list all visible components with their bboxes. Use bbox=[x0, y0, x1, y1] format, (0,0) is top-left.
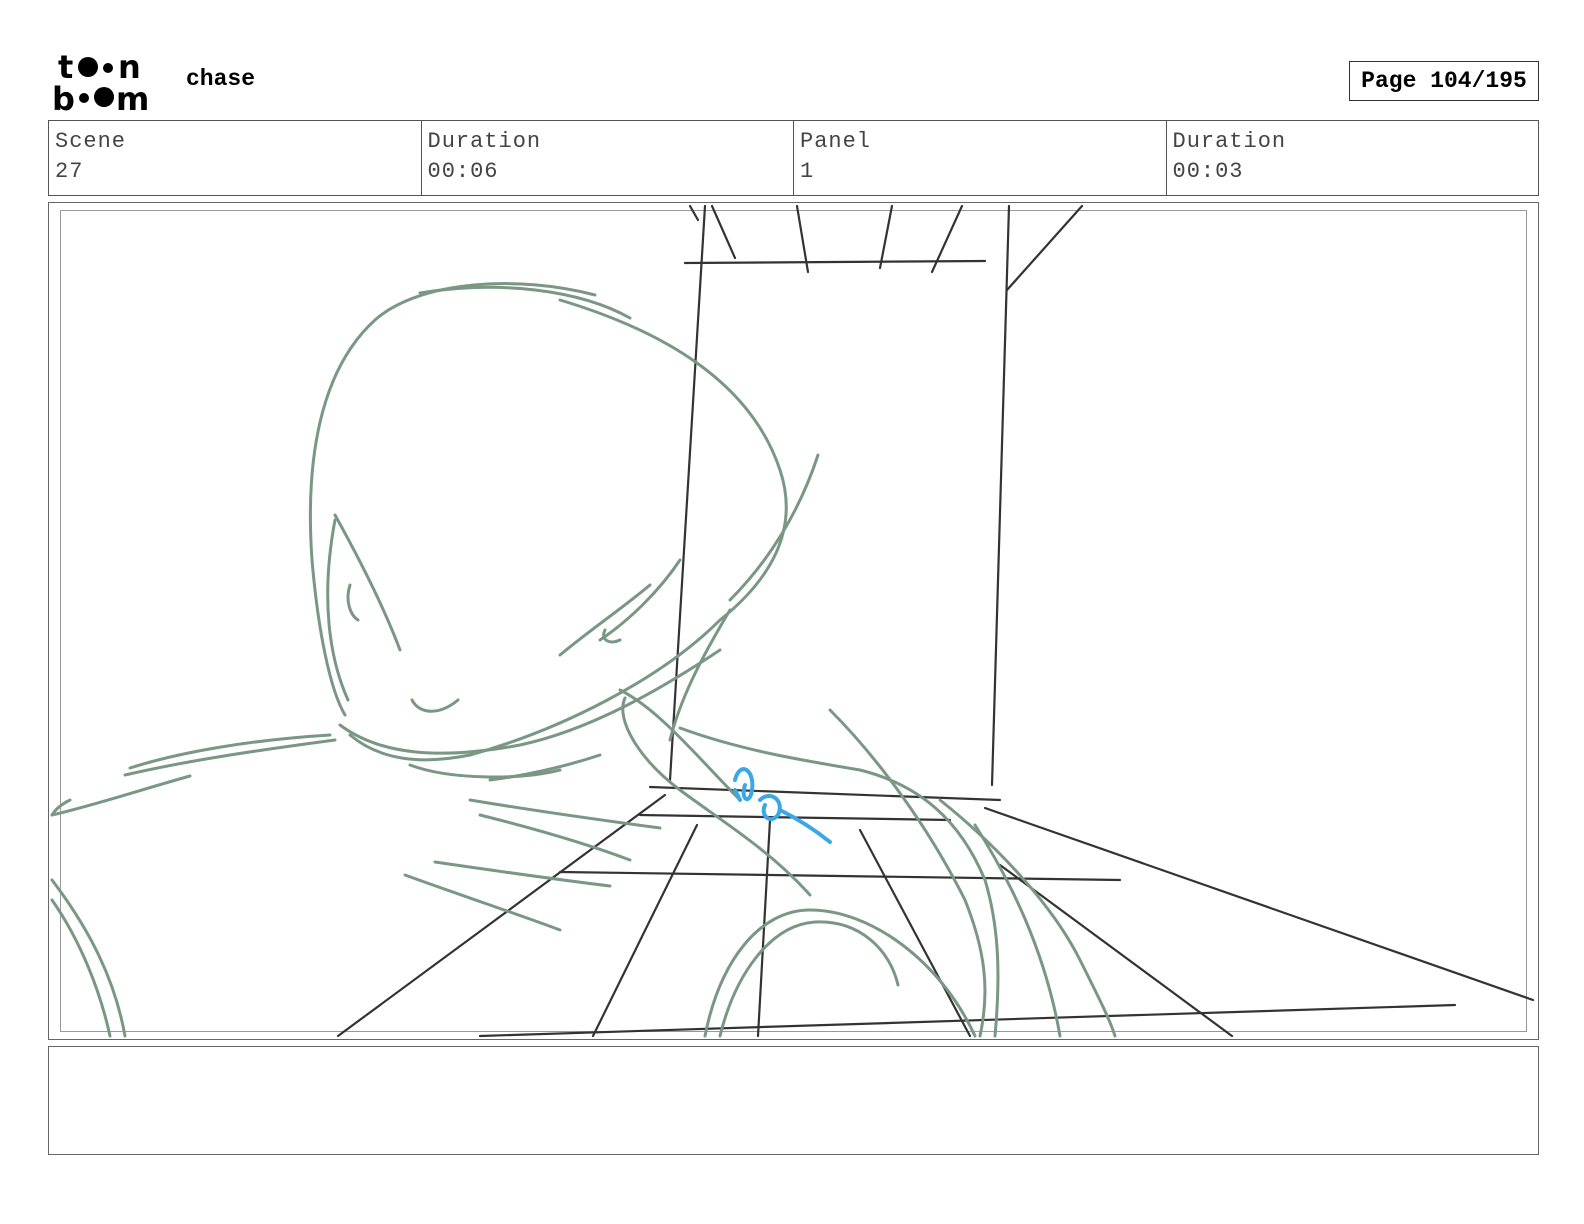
storyboard-sketch bbox=[50, 204, 1535, 1038]
project-title: chase bbox=[186, 66, 256, 92]
character-lines bbox=[50, 282, 1117, 1038]
panel-cell: Panel 1 bbox=[794, 121, 1167, 195]
scene-label: Scene bbox=[55, 129, 127, 154]
annotation-note bbox=[733, 767, 832, 844]
scene-cell: Scene 27 bbox=[49, 121, 422, 195]
scene-value: 27 bbox=[55, 159, 84, 184]
scene-duration-label: Duration bbox=[427, 129, 542, 154]
scene-duration-value: 00:06 bbox=[427, 159, 499, 184]
panel-duration-cell: Duration 00:03 bbox=[1167, 121, 1539, 195]
toon-boom-logo: t n b m bbox=[52, 50, 149, 112]
panel-duration-label: Duration bbox=[1172, 129, 1287, 154]
layout-lines bbox=[336, 204, 1535, 1038]
page-indicator: Page 104/195 bbox=[1349, 61, 1539, 101]
panel-notes bbox=[48, 1046, 1539, 1155]
svg-text:m: m bbox=[116, 80, 149, 112]
svg-text:b: b bbox=[52, 80, 75, 112]
panel-value: 1 bbox=[800, 159, 815, 184]
scene-info-table: Scene 27 Duration 00:06 Panel 1 Duration… bbox=[48, 120, 1539, 196]
scene-duration-cell: Duration 00:06 bbox=[422, 121, 794, 195]
panel-label: Panel bbox=[800, 129, 872, 154]
panel-duration-value: 00:03 bbox=[1172, 159, 1244, 184]
